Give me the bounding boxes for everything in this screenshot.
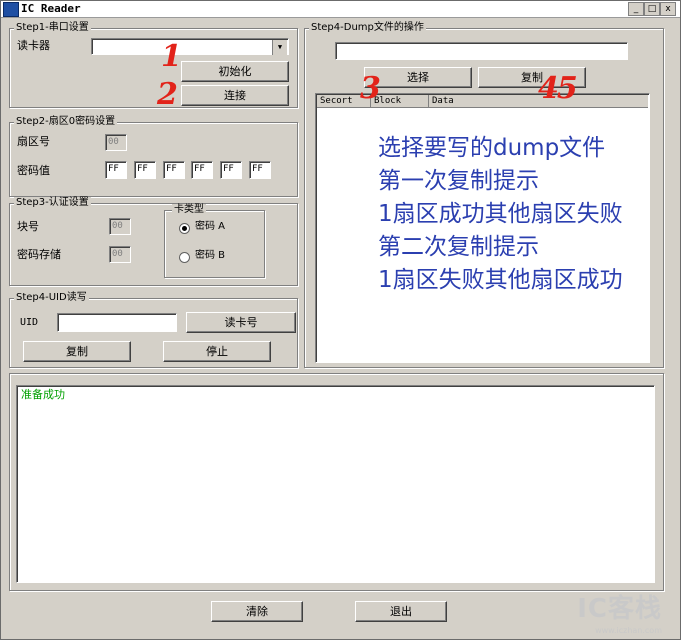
step2-legend: Step2-扇区0密码设置 — [14, 116, 118, 128]
maximize-button[interactable]: □ — [644, 2, 660, 16]
watermark-logo: IC客栈 — [577, 594, 662, 624]
password-byte-4[interactable]: FF — [191, 161, 213, 179]
password-byte-6[interactable]: FF — [249, 161, 271, 179]
step4-uid-legend: Step4-UID读写 — [14, 292, 89, 304]
reader-select[interactable]: ▼ — [91, 38, 289, 55]
radio-password-b-label[interactable]: 密码 B — [195, 249, 225, 263]
watermark-url: www.iczhan.com — [595, 626, 662, 635]
uid-label: UID — [20, 317, 39, 328]
sector-field: 00 — [105, 134, 127, 151]
step3-legend: Step3-认证设置 — [14, 197, 91, 209]
uid-copy-button[interactable]: 复制 — [23, 341, 131, 362]
annotation-line-3: 1扇区成功其他扇区失败 — [378, 201, 623, 227]
exit-button[interactable]: 退出 — [355, 601, 447, 622]
log-line: 准备成功 — [21, 388, 65, 401]
step2-sector-password-group — [9, 122, 298, 197]
annotation-line-5: 1扇区失败其他扇区成功 — [378, 267, 623, 293]
chevron-down-icon[interactable]: ▼ — [272, 40, 287, 55]
app-icon — [3, 2, 19, 17]
clear-button[interactable]: 清除 — [211, 601, 303, 622]
password-byte-3[interactable]: FF — [163, 161, 185, 179]
title-bar: IC Reader _ □ x — [1, 1, 680, 18]
storage-field: 00 — [109, 246, 131, 263]
init-button[interactable]: 初始化 — [181, 61, 289, 82]
storage-label: 密码存储 — [17, 248, 61, 261]
annotation-mark-1: 1 — [161, 39, 182, 74]
password-byte-5[interactable]: FF — [220, 161, 242, 179]
read-card-button[interactable]: 读卡号 — [186, 312, 296, 333]
annotation-line-1: 选择要写的dump文件 — [378, 135, 606, 161]
step1-legend: Step1-串口设置 — [14, 22, 91, 34]
stop-button[interactable]: 停止 — [163, 341, 271, 362]
sector-label: 扇区号 — [17, 135, 50, 148]
window-title: IC Reader — [21, 2, 81, 15]
reader-label: 读卡器 — [17, 39, 50, 52]
annotation-mark-45: 45 — [538, 71, 578, 106]
app-window: IC Reader _ □ x Step1-串口设置 读卡器 ▼ 初始化 连接 … — [0, 0, 681, 640]
block-field: 00 — [109, 218, 131, 235]
close-button[interactable]: x — [660, 2, 676, 16]
block-label: 块号 — [17, 220, 39, 233]
password-label: 密码值 — [17, 164, 50, 177]
dump-file-path[interactable] — [335, 42, 628, 60]
annotation-mark-2: 2 — [157, 77, 178, 112]
password-byte-2[interactable]: FF — [134, 161, 156, 179]
uid-field[interactable] — [57, 313, 177, 332]
annotation-line-4: 第二次复制提示 — [378, 234, 539, 260]
annotation-mark-3: 3 — [360, 71, 381, 106]
radio-password-a-label[interactable]: 密码 A — [195, 220, 225, 234]
card-type-legend: 卡类型 — [172, 204, 206, 216]
radio-password-a[interactable] — [179, 223, 190, 234]
annotation-line-2: 第一次复制提示 — [378, 168, 539, 194]
minimize-button[interactable]: _ — [628, 2, 644, 16]
radio-password-b[interactable] — [179, 252, 190, 263]
connect-button[interactable]: 连接 — [181, 85, 289, 106]
radio-selected-dot — [182, 226, 187, 231]
log-box[interactable]: 准备成功 — [16, 385, 655, 583]
password-byte-1[interactable]: FF — [105, 161, 127, 179]
step4-dump-legend: Step4-Dump文件的操作 — [309, 22, 426, 34]
